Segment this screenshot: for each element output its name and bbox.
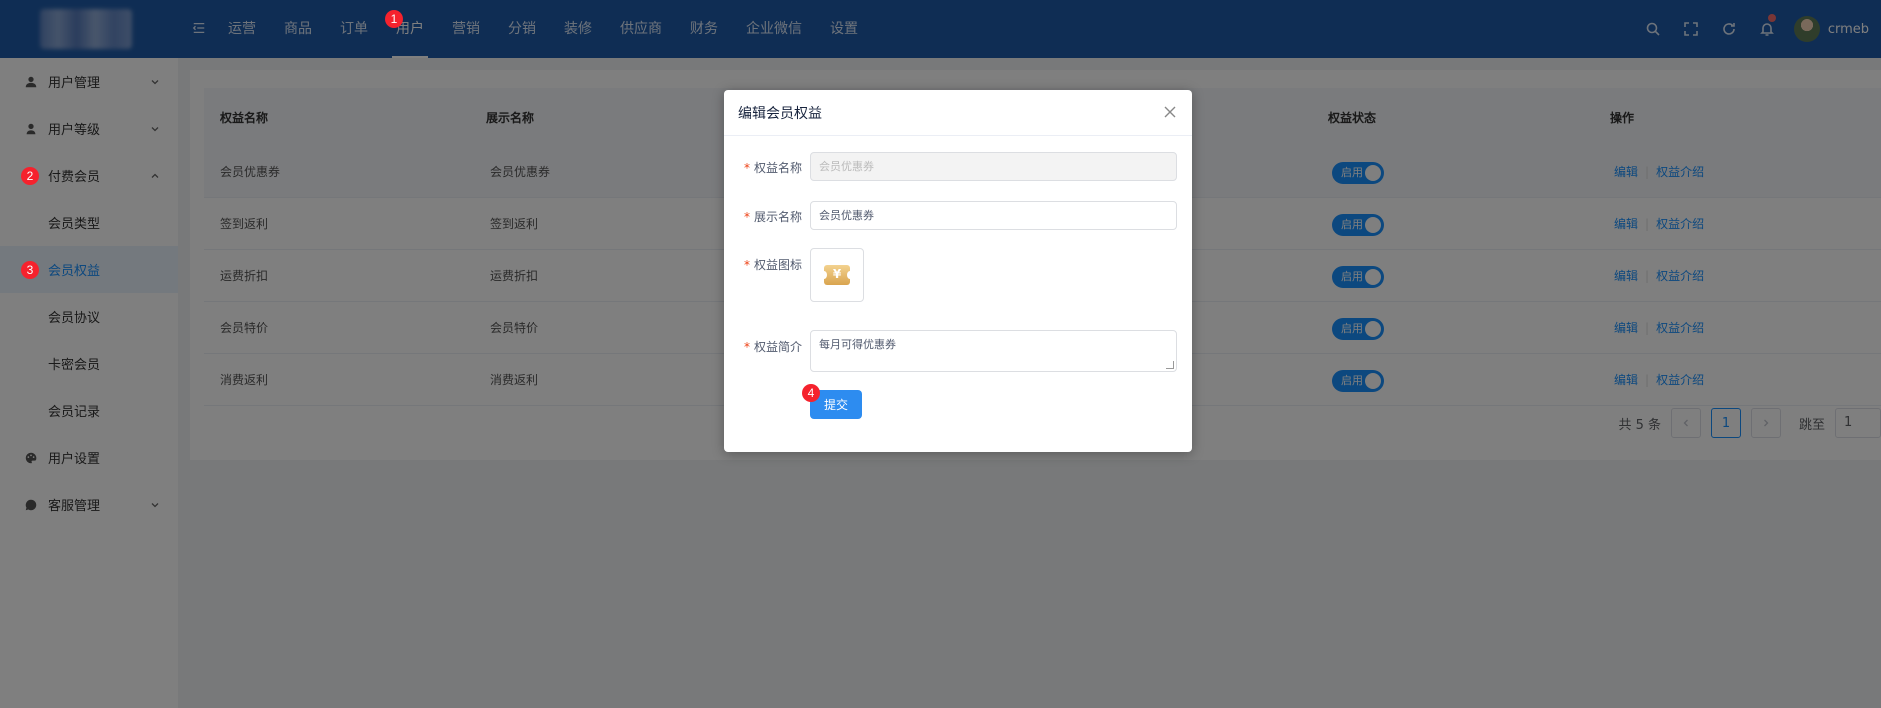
form-label: * 权益图标 bbox=[743, 258, 802, 272]
icon-upload[interactable]: ¥ bbox=[810, 248, 864, 302]
dialog-title: 编辑会员权益 bbox=[724, 90, 1192, 136]
benefit-name-input[interactable]: 会员优惠券 bbox=[810, 152, 1177, 181]
close-icon[interactable] bbox=[1160, 102, 1180, 122]
step-badge-1: 1 bbox=[385, 10, 403, 28]
benefit-intro-textarea[interactable]: 每月可得优惠券 bbox=[810, 330, 1177, 372]
step-badge-3: 3 bbox=[21, 260, 39, 279]
form-label: * 权益简介 bbox=[743, 340, 802, 354]
form-label: * 展示名称 bbox=[743, 210, 802, 224]
form-row-intro: * 权益简介 每月可得优惠券 bbox=[724, 330, 1192, 372]
step-badge-2: 2 bbox=[21, 166, 39, 185]
step-badge-4: 4 bbox=[802, 384, 820, 402]
form-label: * 权益名称 bbox=[743, 161, 802, 175]
display-name-input[interactable]: 会员优惠券 bbox=[810, 201, 1177, 230]
coupon-icon: ¥ bbox=[810, 248, 864, 302]
edit-benefit-dialog: 编辑会员权益 * 权益名称 会员优惠券 * 展示名称 会员优惠券 * 权益图标 ¥ *… bbox=[724, 90, 1192, 452]
